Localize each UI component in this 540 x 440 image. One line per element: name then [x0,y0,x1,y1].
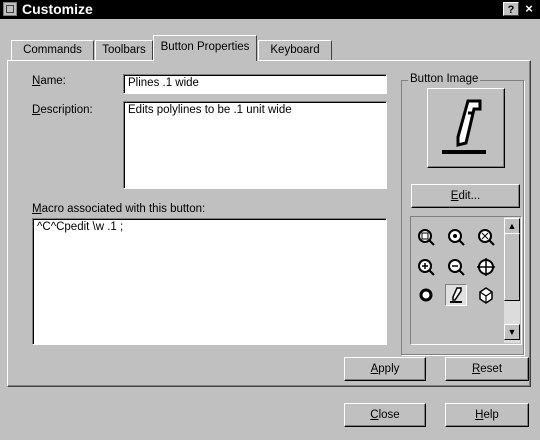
zoom-scale-icon[interactable] [475,226,497,248]
pencil-underline-icon [442,99,486,154]
button-image-preview [427,88,505,168]
macro-field[interactable]: ^C^Cpedit \w .1 ; [32,218,387,345]
button-image-title: Button Image [408,73,481,85]
description-label: Description: [32,104,93,116]
tab-keyboard[interactable]: Keyboard [258,40,332,60]
scroll-up-button[interactable]: ▲ [504,218,520,234]
zoom-in-icon[interactable] [415,256,437,278]
reset-button[interactable]: Reset [445,357,529,381]
scroll-down-button[interactable]: ▼ [504,324,520,340]
window-title: Customize [22,1,93,17]
tab-commands[interactable]: Commands [11,40,94,60]
name-field[interactable]: Plines .1 wide [123,74,387,94]
app-icon [3,2,17,16]
title-bar: Customize ? × [0,0,540,19]
circle-icon[interactable] [415,284,437,306]
zoom-all-icon[interactable] [475,256,497,278]
zoom-dynamic-icon[interactable] [445,226,467,248]
name-label: Name: [32,75,66,87]
close-title-button[interactable]: × [521,2,537,16]
pencil-icon[interactable] [445,284,467,306]
close-button[interactable]: Close [344,403,426,427]
apply-button[interactable]: Apply [344,357,426,381]
edit-button[interactable]: Edit... [411,184,520,208]
description-field[interactable]: Edits polylines to be .1 unit wide [123,101,387,189]
tab-toolbars[interactable]: Toolbars [95,40,153,60]
zoom-window-icon[interactable] [415,226,437,248]
help-button[interactable]: Help [445,403,529,427]
3d-box-icon[interactable] [475,284,497,306]
zoom-out-icon[interactable] [445,256,467,278]
macro-label: Macro associated with this button: [32,203,206,215]
tab-button-properties[interactable]: Button Properties [153,35,257,61]
scroll-thumb[interactable] [504,233,520,301]
help-title-button[interactable]: ? [503,2,519,16]
